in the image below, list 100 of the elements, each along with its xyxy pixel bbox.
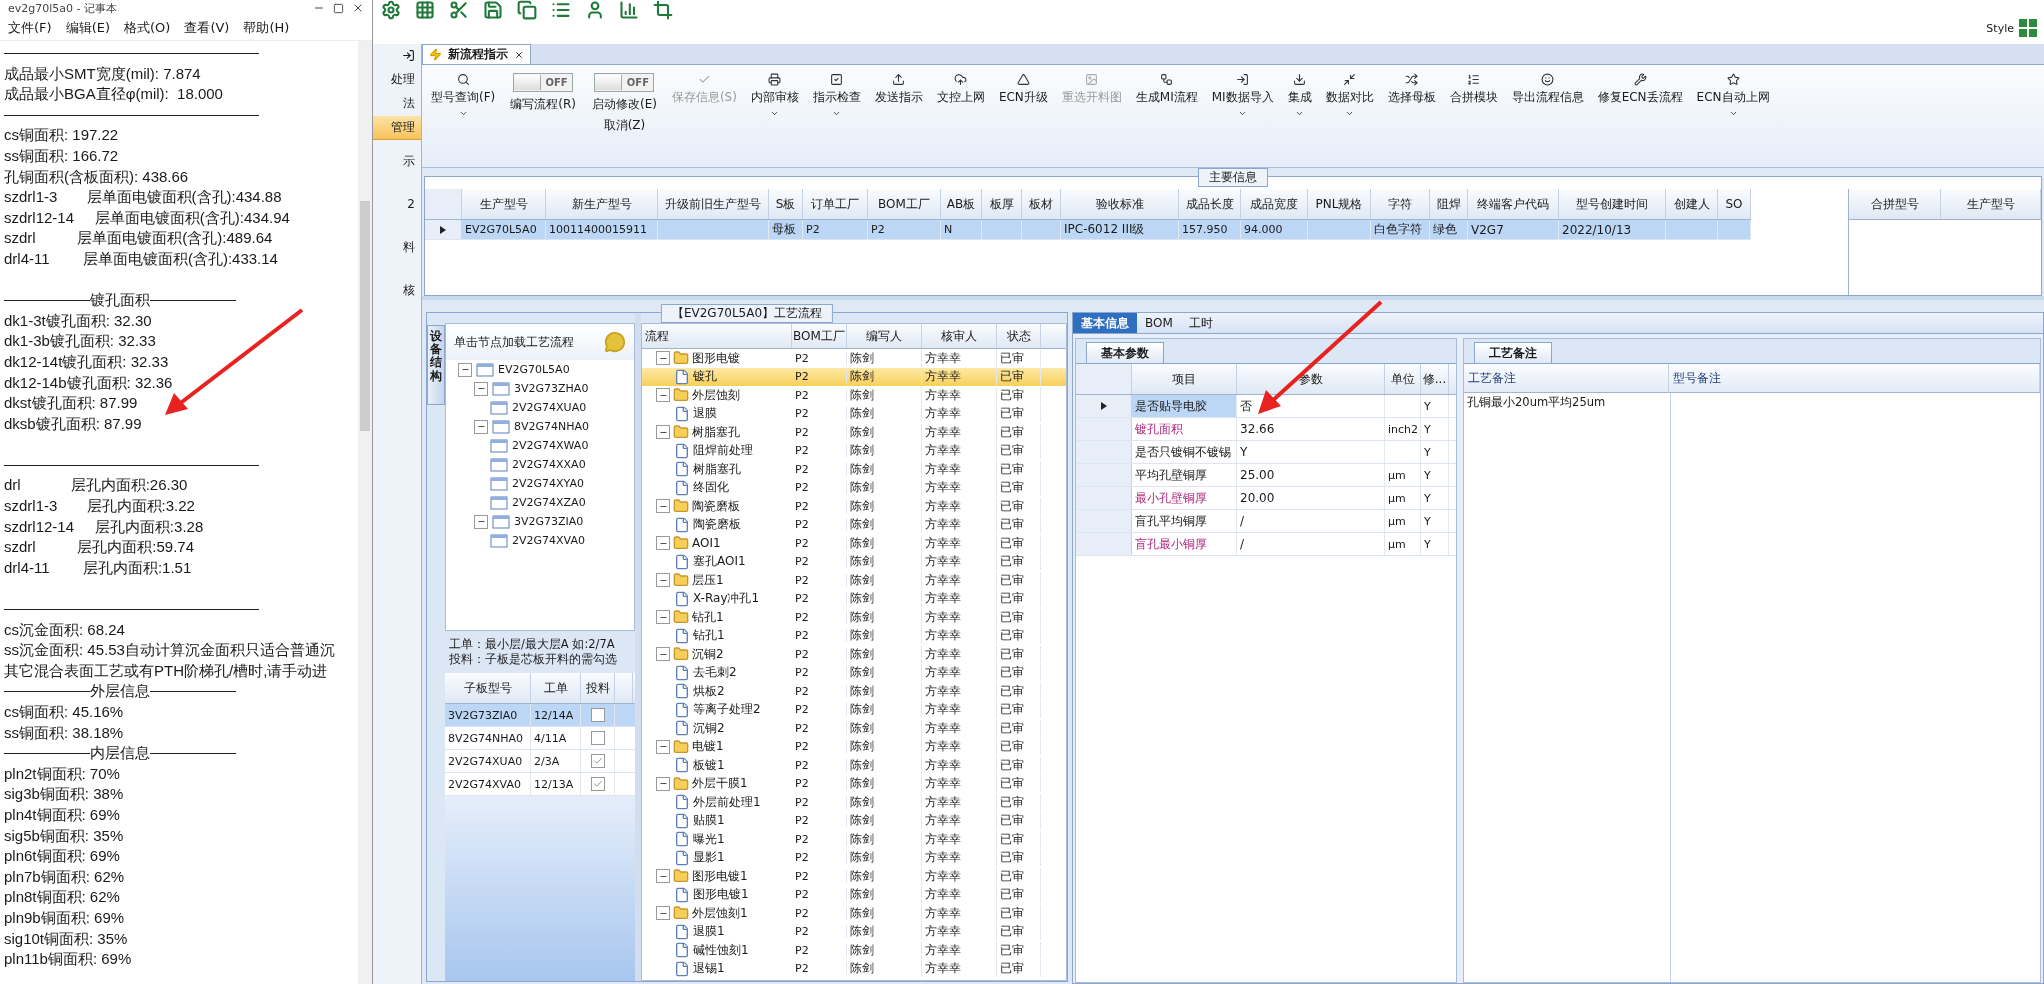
collapse-icon[interactable] xyxy=(656,351,670,366)
column-header[interactable]: 工艺备注 xyxy=(1464,364,1669,393)
menu-item[interactable]: 文件(F) xyxy=(8,19,52,37)
toolbar-button[interactable]: 数据对比 xyxy=(1320,71,1379,120)
toggle-switch[interactable]: OFF xyxy=(594,73,655,92)
column-header[interactable]: 升级前旧生产型号 xyxy=(658,189,769,219)
column-header[interactable]: 成品宽度 xyxy=(1241,189,1308,219)
column-header[interactable]: 项目 xyxy=(1132,364,1237,394)
toolbar-button[interactable]: 内部审核 xyxy=(745,71,804,120)
copy-icon[interactable] xyxy=(517,0,537,20)
collapse-icon[interactable] xyxy=(656,776,670,791)
table-row[interactable]: 2V2G74XVA0 12/13A xyxy=(445,773,635,796)
column-header[interactable]: 状态 xyxy=(997,324,1041,348)
style-menu[interactable]: Style xyxy=(1986,21,2014,35)
column-header[interactable]: 工单 xyxy=(531,673,581,703)
column-header[interactable]: AB板 xyxy=(941,189,982,219)
close-icon[interactable] xyxy=(352,2,364,14)
login-icon[interactable] xyxy=(402,49,415,62)
toolbar-button[interactable]: 指示检查 xyxy=(807,71,866,120)
tree-node[interactable]: 2V2G74XVA0 xyxy=(512,534,585,547)
column-header[interactable]: 编写人 xyxy=(847,324,922,348)
column-header[interactable]: 板材 xyxy=(1022,189,1061,219)
column-header[interactable]: 生产型号 xyxy=(1941,189,2041,219)
save-icon[interactable] xyxy=(483,0,503,20)
sidebar-item[interactable]: 示 xyxy=(373,140,421,183)
column-header[interactable]: 成品长度 xyxy=(1179,189,1241,219)
column-header[interactable]: 投料 xyxy=(581,673,615,703)
sidebar-item[interactable]: 2 xyxy=(373,183,421,226)
column-header[interactable]: 子板型号 xyxy=(445,673,531,703)
toolbar-button[interactable]: ECN升级 xyxy=(993,71,1053,108)
scissors-icon[interactable] xyxy=(449,0,469,20)
gear-icon[interactable] xyxy=(381,0,401,20)
column-header[interactable]: S板 xyxy=(769,189,803,219)
table-row[interactable]: EV2G70L5A0 10011400015911 母板 P2 P2 N IPC-6012 III级 157.950 94.000 白色字符 绿色 V2G7 2022/10/13 xyxy=(425,220,1751,240)
collapse-icon[interactable] xyxy=(474,381,488,396)
tree-node[interactable]: 3V2G73ZHA0 xyxy=(514,382,589,395)
collapse-icon[interactable] xyxy=(474,514,488,529)
column-header[interactable]: 板厚 xyxy=(982,189,1022,219)
column-header[interactable]: 新生产型号 xyxy=(546,189,658,219)
collapse-icon[interactable] xyxy=(656,573,670,588)
collapse-icon[interactable] xyxy=(458,362,472,377)
collapse-icon[interactable] xyxy=(656,388,670,403)
column-header[interactable]: 创建人 xyxy=(1666,189,1718,219)
tree-node[interactable]: 8V2G74NHA0 xyxy=(514,420,590,433)
toolbar-button[interactable]: 文控上网 xyxy=(931,71,990,108)
tab[interactable]: 基本参数 xyxy=(1086,342,1164,363)
checkbox[interactable] xyxy=(590,754,605,768)
table-row[interactable]: 2V2G74XUA0 2/3A xyxy=(445,750,635,773)
column-header[interactable]: PNL规格 xyxy=(1308,189,1371,219)
column-header[interactable]: BOM工厂 xyxy=(868,189,941,219)
column-header[interactable]: 型号备注 xyxy=(1669,364,2040,393)
column-header[interactable]: 字符 xyxy=(1371,189,1430,219)
tree-node[interactable]: 2V2G74XUA0 xyxy=(512,401,587,414)
column-header[interactable]: 终端客户代码 xyxy=(1468,189,1559,219)
column-header[interactable]: SO xyxy=(1718,189,1751,219)
tree-node[interactable]: EV2G70L5A0 xyxy=(498,363,570,376)
table-row[interactable]: 3V2G73ZIA0 12/14A xyxy=(445,704,635,727)
tree-node[interactable]: 2V2G74XYA0 xyxy=(512,477,584,490)
checkbox[interactable] xyxy=(590,777,605,791)
tab[interactable]: BOM xyxy=(1137,313,1181,333)
column-header[interactable]: 修... xyxy=(1421,364,1449,394)
tree-node[interactable]: 3V2G73ZIA0 xyxy=(514,515,584,528)
sidebar-item[interactable]: 处理 xyxy=(373,68,421,92)
menu-item[interactable]: 格式(O) xyxy=(124,19,171,37)
grid-icon[interactable] xyxy=(415,0,435,20)
column-header[interactable]: 生产型号 xyxy=(462,189,546,219)
person-icon[interactable] xyxy=(585,0,605,20)
column-header[interactable]: 订单工厂 xyxy=(803,189,868,219)
side-tab[interactable]: 设备结构 xyxy=(427,325,445,405)
collapse-icon[interactable] xyxy=(656,869,670,884)
column-header[interactable]: 验收标准 xyxy=(1061,189,1179,219)
menu-item[interactable]: 查看(V) xyxy=(184,19,230,37)
tree-node[interactable]: 2V2G74XZA0 xyxy=(512,496,586,509)
column-header[interactable]: 型号创建时间 xyxy=(1559,189,1666,219)
collapse-icon[interactable] xyxy=(656,906,670,921)
column-header[interactable]: 流程 xyxy=(642,324,792,348)
column-header[interactable]: BOM工厂 xyxy=(792,324,847,348)
toolbar-button[interactable]: 生成MI流程 xyxy=(1130,71,1203,108)
sidebar-item[interactable]: 料 xyxy=(373,226,421,269)
checkbox[interactable] xyxy=(590,708,605,722)
document-tab[interactable]: 新流程指示 xyxy=(422,44,531,64)
toolbar-button[interactable]: 导出流程信息 xyxy=(1506,71,1589,108)
toolbar-button[interactable]: 集成 xyxy=(1282,71,1317,120)
tab[interactable]: 工艺备注 xyxy=(1474,342,1552,363)
checkbox[interactable] xyxy=(590,731,605,745)
collapse-icon[interactable] xyxy=(656,610,670,625)
sidebar-item[interactable]: 核 xyxy=(373,269,421,312)
collapse-icon[interactable] xyxy=(656,647,670,662)
toolbar-button[interactable]: 修复ECN丢流程 xyxy=(1592,71,1688,108)
list-icon[interactable] xyxy=(551,0,571,20)
collapse-icon[interactable] xyxy=(656,739,670,754)
toolbar-button[interactable]: ECN自动上网 xyxy=(1691,71,1775,120)
toolbar-button[interactable]: 型号查询(F) xyxy=(426,71,501,120)
toolbar-button[interactable]: 合拼模块 xyxy=(1444,71,1503,108)
tree-node[interactable]: 2V2G74XWA0 xyxy=(512,439,589,452)
tree-node[interactable]: 2V2G74XXA0 xyxy=(512,458,586,471)
toolbar-button[interactable]: 选择母板 xyxy=(1382,71,1441,108)
menu-item[interactable]: 帮助(H) xyxy=(243,19,290,37)
collapse-icon[interactable] xyxy=(474,419,488,434)
collapse-icon[interactable] xyxy=(656,499,670,514)
